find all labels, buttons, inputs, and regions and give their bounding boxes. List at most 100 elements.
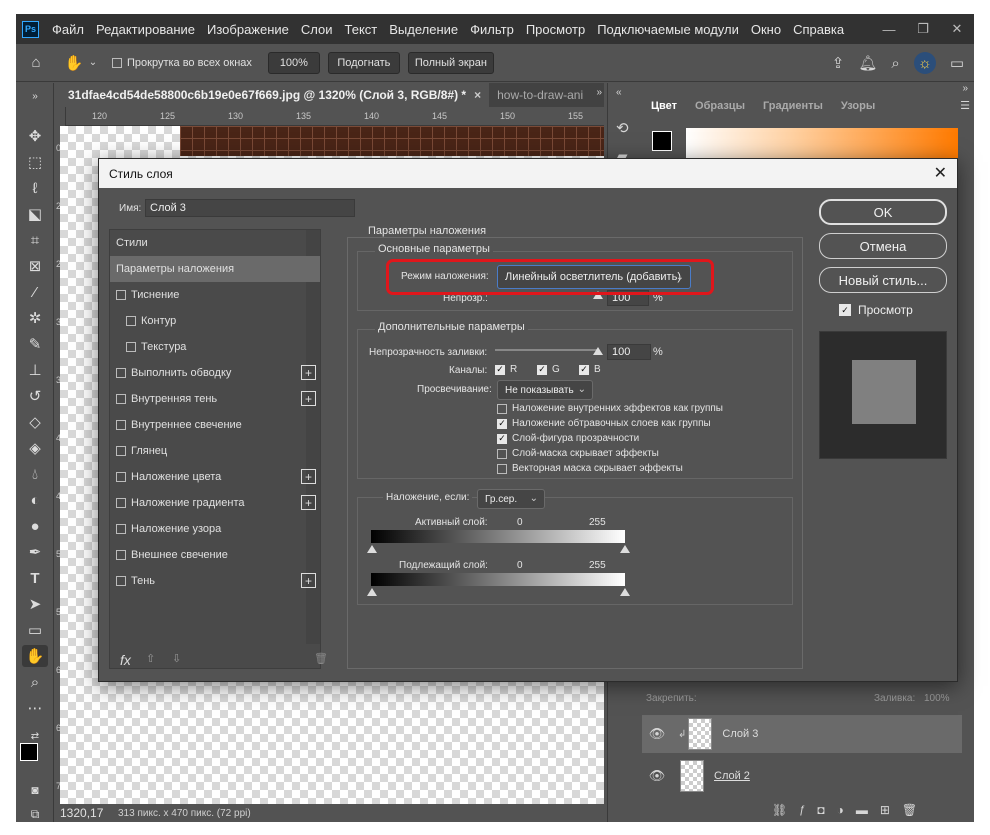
foreground-color-swatch[interactable] — [20, 743, 38, 761]
style-item[interactable]: Наложение градиента + — [110, 490, 320, 516]
style-checkbox[interactable] — [116, 524, 126, 534]
preview-toggle[interactable]: ✓ Просмотр — [839, 303, 913, 317]
color-panel-foreground-swatch[interactable] — [652, 131, 672, 151]
menu-type[interactable]: Текст — [339, 22, 384, 37]
advanced-option[interactable]: ✓ Слой-фигура прозрачности — [497, 433, 639, 444]
style-item[interactable]: Тиснение — [110, 282, 320, 308]
path-select-icon[interactable]: ➤ — [22, 593, 48, 615]
share-icon[interactable]: ⇪ — [832, 52, 845, 74]
fx-menu-button[interactable]: fx — [120, 652, 131, 668]
dialog-close-icon[interactable]: ✕ — [934, 163, 947, 183]
brush-tool-icon[interactable]: ✎ — [22, 333, 48, 355]
menu-plugins[interactable]: Подключаемые модули — [591, 22, 745, 37]
zoom-tool-icon[interactable]: ⌕ — [22, 671, 48, 693]
style-item[interactable]: Выполнить обводку + — [110, 360, 320, 386]
advanced-option[interactable]: ✓ Наложение обтравочных слоев как группы — [497, 418, 711, 429]
full-screen-button[interactable]: Полный экран — [407, 51, 494, 74]
new-layer-icon[interactable]: ⊞ — [880, 803, 890, 817]
move-tool-icon[interactable]: ✥ — [22, 125, 48, 147]
advanced-option-checkbox[interactable]: ✓ — [497, 418, 507, 429]
paint-bucket-icon[interactable]: ◈ — [22, 437, 48, 459]
style-item[interactable]: Текстура — [110, 334, 320, 360]
marquee-tool-icon[interactable]: ⬚ — [22, 151, 48, 173]
style-checkbox[interactable] — [116, 446, 126, 456]
adjustment-layer-icon[interactable]: ◑ — [837, 803, 844, 817]
tab-second-document[interactable]: how-to-draw-ani — [489, 83, 591, 107]
fill-opacity-input[interactable]: 100 — [607, 344, 651, 360]
menu-window[interactable]: Окно — [745, 22, 787, 37]
new-style-button[interactable]: Новый стиль... — [819, 267, 947, 293]
underlying-white-slider[interactable] — [620, 588, 630, 596]
tab-color[interactable]: Цвет — [642, 93, 687, 119]
menu-help[interactable]: Справка — [787, 22, 850, 37]
healing-tool-icon[interactable]: ✲ — [22, 307, 48, 329]
style-item[interactable]: Параметры наложения — [110, 256, 320, 282]
cancel-button[interactable]: Отмена — [819, 233, 947, 259]
channel-b-checkbox[interactable]: ✓ — [579, 364, 589, 375]
channel-g[interactable]: ✓ G — [537, 364, 560, 375]
style-item[interactable]: Стили — [110, 230, 320, 256]
blend-if-dropdown[interactable]: Гр.сер. ⌄ — [477, 489, 545, 509]
smudge-tool-icon[interactable]: ● — [22, 515, 48, 537]
add-effect-plus-icon[interactable]: + — [301, 365, 316, 380]
history-brush-icon[interactable]: ↺ — [22, 385, 48, 407]
fill-opacity-slider-handle[interactable] — [593, 347, 603, 355]
add-mask-icon[interactable]: ◘ — [817, 803, 824, 817]
workspace-icon[interactable]: ▭ — [950, 52, 964, 74]
menu-view[interactable]: Просмотр — [520, 22, 591, 37]
add-effect-plus-icon[interactable]: + — [301, 391, 316, 406]
style-item[interactable]: Тень + — [110, 568, 320, 594]
eyedropper-tool-icon[interactable]: ⁄ — [22, 281, 48, 303]
advanced-option-checkbox[interactable]: ✓ — [497, 433, 507, 444]
pen-tool-icon[interactable]: ✒ — [22, 541, 48, 563]
hand-tool-icon[interactable]: ✋ — [62, 54, 86, 72]
channel-r[interactable]: ✓ R — [495, 364, 517, 375]
hand-tool-active-icon[interactable]: ✋ — [22, 645, 48, 667]
advanced-option-checkbox[interactable] — [497, 448, 507, 459]
advanced-option[interactable]: Слой-маска скрывает эффекты — [497, 448, 659, 459]
quick-mask-icon[interactable]: ◙ — [22, 779, 48, 801]
advanced-option[interactable]: Наложение внутренних эффектов как группы — [497, 403, 723, 414]
advanced-option-checkbox[interactable] — [497, 403, 507, 414]
preview-checkbox[interactable]: ✓ — [839, 304, 851, 316]
knockout-dropdown[interactable]: Не показывать ⌄ — [497, 380, 593, 400]
discover-lightbulb-icon[interactable]: ☼ — [913, 52, 936, 74]
object-select-tool-icon[interactable]: ⬕ — [22, 203, 48, 225]
this-layer-white-slider[interactable] — [620, 545, 630, 553]
dodge-tool-icon[interactable]: ◐ — [22, 489, 48, 511]
style-checkbox[interactable] — [116, 472, 126, 482]
style-checkbox[interactable] — [116, 368, 126, 378]
status-zoom[interactable]: 1320,17 — [60, 806, 112, 820]
underlying-black-slider[interactable] — [367, 588, 377, 596]
style-item[interactable]: Внутреннее свечение — [110, 412, 320, 438]
ok-button[interactable]: OK — [819, 199, 947, 225]
type-tool-icon[interactable]: T — [22, 567, 48, 589]
this-layer-black-slider[interactable] — [367, 545, 377, 553]
lasso-tool-icon[interactable]: ℓ — [22, 177, 48, 199]
eye-visibility-icon[interactable]: 👁︎ — [642, 768, 672, 784]
move-up-icon[interactable]: ⇧ — [146, 652, 155, 665]
crop-tool-icon[interactable]: ⌗ — [22, 229, 48, 251]
add-effect-plus-icon[interactable]: + — [301, 469, 316, 484]
screen-mode-icon[interactable]: ⧉ — [22, 803, 48, 822]
close-window-button[interactable]: ✕ — [940, 14, 974, 44]
notifications-bell-icon[interactable]: 🔔︎ — [858, 52, 877, 74]
zoom-100-button[interactable]: 100% — [267, 51, 320, 74]
add-effect-plus-icon[interactable]: + — [301, 573, 316, 588]
style-checkbox[interactable] — [116, 394, 126, 404]
home-icon[interactable]: ⌂ — [16, 54, 56, 71]
scroll-all-windows-option[interactable]: Прокрутка во всех окнах — [112, 57, 252, 69]
frame-tool-icon[interactable]: ⊠ — [22, 255, 48, 277]
search-icon[interactable]: ⌕ — [891, 52, 899, 74]
delete-layer-icon[interactable]: 🗑︎ — [902, 803, 917, 817]
fx-icon[interactable]: ƒ — [799, 803, 805, 817]
menu-image[interactable]: Изображение — [201, 22, 295, 37]
style-checkbox[interactable] — [126, 342, 136, 352]
style-checkbox[interactable] — [126, 316, 136, 326]
fill-opacity-track[interactable] — [495, 349, 599, 351]
tabs-overflow-icon[interactable]: » — [596, 87, 602, 98]
layer-name[interactable]: Слой 3 — [722, 728, 758, 740]
add-effect-plus-icon[interactable]: + — [301, 495, 316, 510]
advanced-option-checkbox[interactable] — [497, 463, 507, 474]
menu-edit[interactable]: Редактирование — [90, 22, 201, 37]
